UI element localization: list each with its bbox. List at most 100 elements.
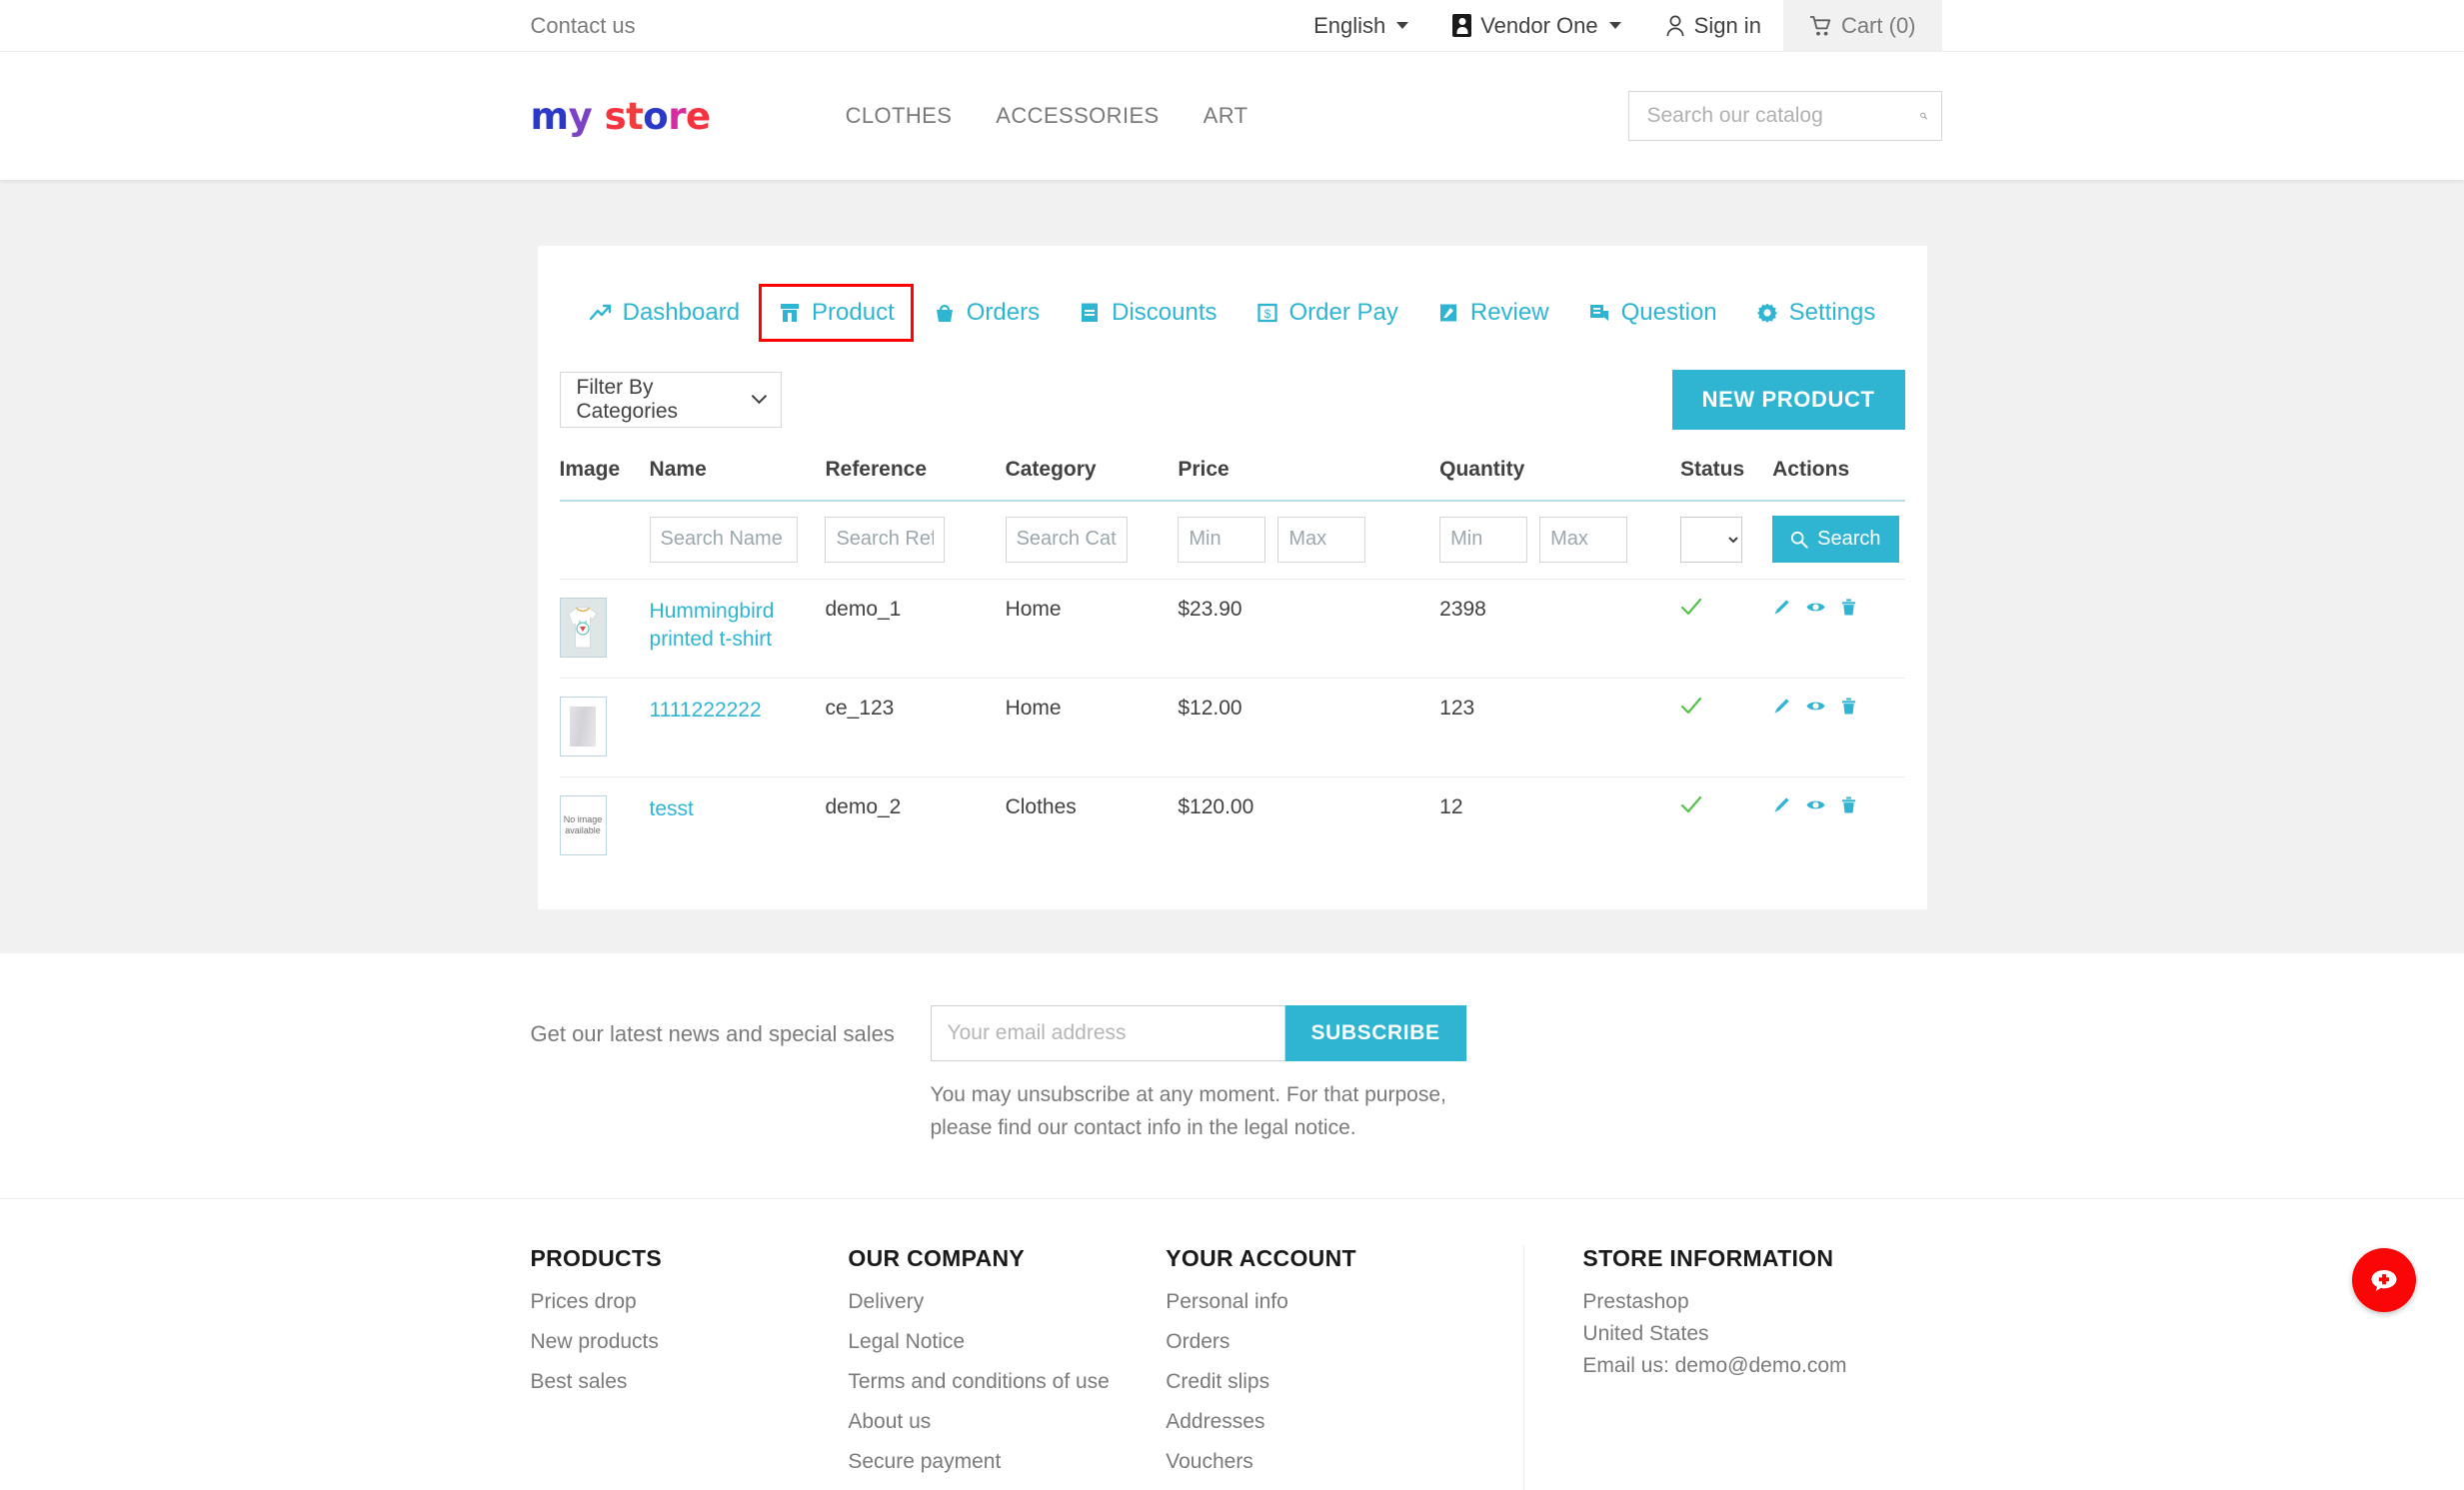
footer-column-store-information: STORE INFORMATION Prestashop United Stat… [1523, 1245, 1941, 1490]
delete-trash-icon[interactable] [1840, 795, 1857, 814]
footer-link-new-products[interactable]: New products [531, 1330, 849, 1354]
footer-link-about-us[interactable]: About us [848, 1410, 1166, 1434]
product-name-link[interactable]: 1111222222 [650, 697, 790, 725]
tab-discounts[interactable]: Discounts [1059, 284, 1235, 342]
filter-price-max-input[interactable] [1277, 516, 1366, 563]
contact-us-link[interactable]: Contact us [531, 13, 636, 39]
person-icon [1666, 15, 1684, 36]
edit-pencil-icon[interactable] [1772, 697, 1791, 716]
search-button[interactable]: Search [1772, 516, 1899, 563]
search-icon[interactable] [1919, 105, 1927, 127]
row-quantity-cell: 12 [1439, 795, 1463, 818]
placeholder-image [570, 707, 596, 746]
footer-account-title: YOUR ACCOUNT [1166, 1245, 1356, 1272]
filter-category-input[interactable] [1005, 516, 1128, 563]
no-image-label: No image available [563, 813, 603, 835]
search-icon [1791, 531, 1808, 549]
filter-reference-input[interactable] [825, 516, 946, 563]
edit-pencil-icon[interactable] [1772, 795, 1791, 814]
filter-quantity-min-input[interactable] [1439, 516, 1528, 563]
footer-link-secure-payment[interactable]: Secure payment [848, 1450, 1166, 1474]
row-image-cell [559, 579, 650, 679]
chat-plus-icon [2371, 1270, 2397, 1291]
product-name-link[interactable]: tesst [650, 795, 790, 823]
product-thumbnail[interactable]: No image available [559, 795, 607, 855]
store-name: Prestashop [1582, 1290, 1689, 1314]
tab-review[interactable]: Review [1417, 284, 1568, 342]
footer-link-personal-info[interactable]: Personal info [1166, 1290, 1523, 1314]
vendor-avatar-icon [1452, 14, 1472, 37]
row-reference-cell: demo_2 [825, 795, 902, 818]
footer-link-delivery[interactable]: Delivery [848, 1290, 1166, 1314]
footer-link-vouchers[interactable]: Vouchers [1166, 1450, 1523, 1474]
tab-product[interactable]: Product [759, 284, 914, 342]
view-eye-icon[interactable] [1805, 697, 1826, 716]
chat-icon [1589, 305, 1608, 321]
price-range-group [1178, 516, 1439, 563]
newsletter-inner: Get our latest news and special sales SU… [523, 1005, 1942, 1144]
subscribe-button[interactable]: SUBSCRIBE [1284, 1005, 1466, 1061]
vendor-panel-card: Dashboard Product Orders Discounts $ Ord… [537, 246, 1927, 909]
product-thumbnail[interactable] [559, 697, 607, 756]
delete-trash-icon[interactable] [1840, 598, 1857, 617]
delete-trash-icon[interactable] [1840, 697, 1857, 716]
new-product-button[interactable]: NEW PRODUCT [1671, 370, 1905, 430]
footer-link-terms[interactable]: Terms and conditions of use [848, 1370, 1166, 1394]
footer-column-products: PRODUCTS Prices drop New products Best s… [531, 1245, 849, 1490]
row-name-cell: 1111222222 [649, 678, 826, 777]
cart-button[interactable]: Cart (0) [1782, 0, 1942, 52]
footer-link-addresses[interactable]: Addresses [1166, 1410, 1523, 1434]
view-eye-icon[interactable] [1805, 795, 1826, 814]
sign-in-label: Sign in [1693, 12, 1761, 38]
footer-link-credit-slips[interactable]: Credit slips [1166, 1370, 1523, 1394]
header-price: Price [1178, 458, 1440, 502]
nav-clothes[interactable]: CLOTHES [846, 103, 953, 129]
footer-link-orders[interactable]: Orders [1166, 1330, 1523, 1354]
footer-link-best-sales[interactable]: Best sales [531, 1370, 849, 1394]
newsletter-email-input[interactable] [930, 1005, 1285, 1061]
site-logo[interactable]: my store [531, 98, 712, 135]
money-bill-icon: $ [1256, 303, 1277, 323]
filter-quantity-max-input[interactable] [1539, 516, 1628, 563]
view-eye-icon[interactable] [1805, 598, 1826, 617]
footer-link-prices-drop[interactable]: Prices drop [531, 1290, 849, 1314]
tab-order-pay-label: Order Pay [1288, 299, 1398, 326]
catalog-search-input[interactable] [1644, 103, 1920, 129]
quantity-range-group [1439, 516, 1680, 563]
status-badge [1680, 697, 1772, 717]
nav-art[interactable]: ART [1204, 103, 1248, 129]
filter-actions-cell: Search [1772, 501, 1905, 580]
catalog-search-box[interactable] [1627, 91, 1942, 141]
row-reference-cell: demo_1 [825, 579, 1006, 679]
vendor-panel-wrapper: Dashboard Product Orders Discounts $ Ord… [537, 180, 1927, 909]
top-bar: Contact us English Vendor One Sign in Ca… [0, 0, 2464, 52]
product-name-link[interactable]: Hummingbird printed t-shirt [650, 598, 790, 655]
filter-by-categories-dropdown[interactable]: Filter By Categories [559, 372, 782, 428]
sign-in-link[interactable]: Sign in [1643, 0, 1783, 52]
filter-quantity-cell [1439, 501, 1680, 580]
footer-link-legal-notice[interactable]: Legal Notice [848, 1330, 1166, 1354]
table-row: No image available tesst demo_2 Clothes … [559, 777, 1905, 876]
product-thumbnail[interactable] [559, 598, 607, 658]
tab-dashboard[interactable]: Dashboard [570, 284, 759, 342]
header-inner: my store CLOTHES ACCESSORIES ART [523, 91, 1942, 141]
tab-orders[interactable]: Orders [914, 284, 1059, 342]
tab-discounts-label: Discounts [1112, 299, 1218, 326]
nav-accessories[interactable]: ACCESSORIES [996, 103, 1159, 129]
filter-name-input[interactable] [649, 516, 798, 563]
filter-name-cell [649, 501, 826, 580]
edit-pencil-icon[interactable] [1772, 598, 1791, 617]
header-name: Name [649, 458, 826, 502]
tab-order-pay[interactable]: $ Order Pay [1236, 284, 1417, 342]
filter-price-min-input[interactable] [1178, 516, 1266, 563]
tab-settings[interactable]: Settings [1736, 284, 1895, 342]
language-selector[interactable]: English [1291, 0, 1430, 52]
check-icon [1680, 795, 1702, 813]
filter-status-select[interactable] [1679, 516, 1742, 563]
tab-question[interactable]: Question [1568, 284, 1736, 342]
basket-icon [936, 304, 953, 322]
newsletter-section: Get our latest news and special sales SU… [0, 953, 2464, 1200]
support-chat-button[interactable] [2352, 1248, 2416, 1312]
main-navigation: CLOTHES ACCESSORIES ART [846, 103, 1248, 129]
vendor-menu[interactable]: Vendor One [1430, 0, 1642, 52]
